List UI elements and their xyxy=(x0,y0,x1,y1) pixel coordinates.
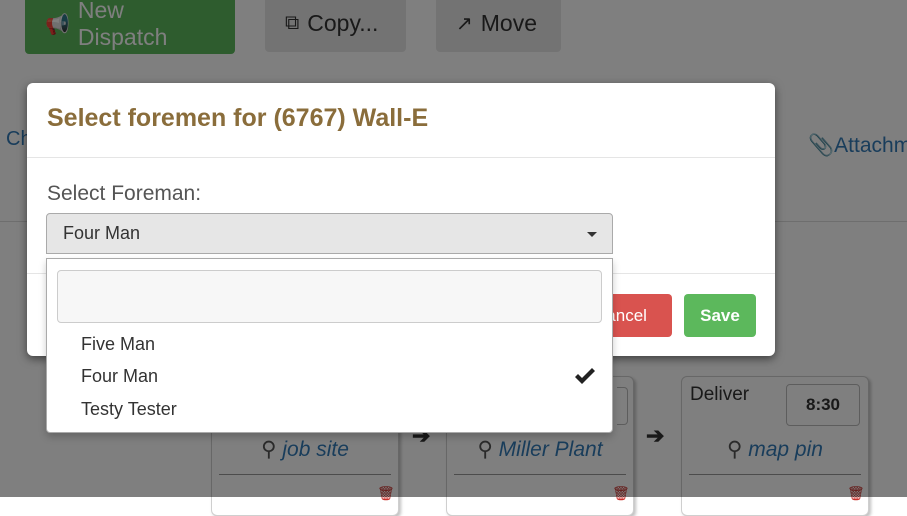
foreman-dropdown: Five Man Four Man Testy Tester xyxy=(46,258,613,433)
dropdown-option[interactable]: Testy Tester xyxy=(47,393,612,426)
dropdown-option-label: Four Man xyxy=(81,366,159,386)
checkmark-icon xyxy=(575,368,595,384)
modal-header-divider xyxy=(27,157,775,158)
foreman-field-label: Select Foreman: xyxy=(47,182,202,205)
save-button[interactable]: Save xyxy=(684,294,756,337)
dropdown-option-label: Five Man xyxy=(81,334,156,354)
modal-title: Select foremen for (6767) Wall-E xyxy=(47,104,429,132)
dropdown-option-selected[interactable]: Four Man xyxy=(47,360,612,393)
caret-down-icon xyxy=(587,232,597,237)
dropdown-option-label: Testy Tester xyxy=(81,399,177,419)
dropdown-search-input[interactable] xyxy=(57,270,602,323)
dropdown-option[interactable]: Five Man xyxy=(47,328,612,361)
foreman-select[interactable]: Four Man xyxy=(46,213,613,254)
foreman-select-value: Four Man xyxy=(63,223,141,243)
